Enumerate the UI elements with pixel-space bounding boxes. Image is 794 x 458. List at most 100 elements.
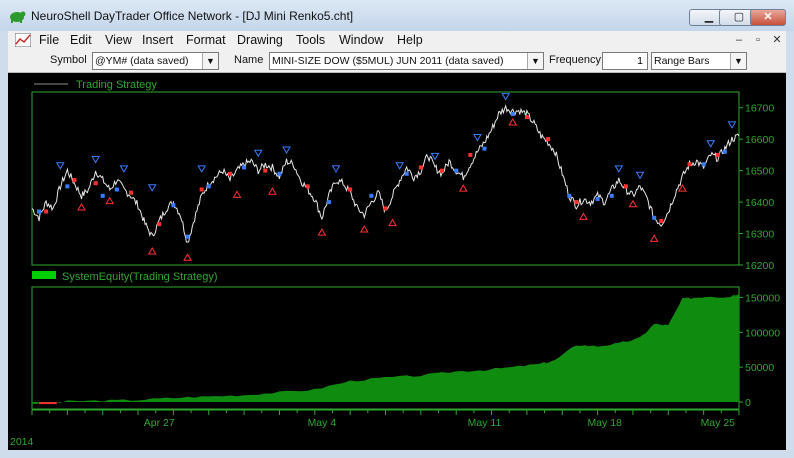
sell-marker (574, 200, 579, 205)
long-entry-triangle (508, 118, 518, 126)
short-entry-triangle (430, 152, 440, 161)
symbol-dropdown[interactable]: @YM# (data saved) ▼ (92, 52, 219, 70)
buy-marker (171, 203, 176, 208)
x-axis-year-label: 2014 (10, 436, 34, 448)
buy-marker (114, 187, 119, 192)
buy-marker (206, 184, 211, 189)
short-entry-triangle (253, 149, 263, 158)
menu-drawing[interactable]: Drawing (237, 33, 283, 47)
sell-marker (468, 152, 473, 157)
buy-marker (652, 215, 657, 220)
buy-marker (510, 112, 515, 117)
short-entry-triangle (119, 165, 129, 173)
sell-marker (383, 206, 388, 211)
close-button[interactable]: ✕ (750, 9, 786, 26)
long-entry-triangle (628, 199, 638, 208)
chart-document-icon[interactable] (15, 33, 31, 47)
equity-y-tick-label: 0 (745, 397, 751, 409)
equity-legend-swatch (32, 271, 56, 279)
short-entry-triangle (331, 165, 341, 173)
short-entry-triangle (282, 146, 291, 155)
symbol-toolbar: Symbol @YM# (data saved) ▼ Name MINI-SIZ… (8, 50, 786, 73)
sell-marker (418, 165, 423, 170)
short-entry-triangle (635, 171, 645, 180)
short-entry-triangle (55, 162, 65, 170)
sell-marker (305, 184, 310, 189)
frequency-input[interactable]: 1 (602, 52, 648, 70)
short-entry-triangle (614, 165, 624, 173)
menu-view[interactable]: View (105, 33, 132, 47)
buy-marker (277, 171, 282, 176)
sell-marker (440, 168, 445, 173)
menu-file[interactable]: File (39, 33, 59, 47)
app-logo-icon (10, 11, 26, 23)
buy-marker (37, 209, 42, 214)
price-y-tick-label: 16400 (745, 197, 774, 209)
short-entry-triangle (91, 155, 101, 164)
name-dropdown[interactable]: MINI-SIZE DOW ($5MUL) JUN 2011 (data sav… (269, 52, 544, 70)
sell-marker (157, 222, 162, 227)
short-entry-triangle (147, 184, 157, 192)
buy-marker (701, 162, 706, 167)
short-entry-triangle (706, 140, 716, 148)
chart-canvas[interactable]: Trading Strategy SystemEquity(Trading Str… (8, 73, 786, 450)
mdi-restore-button[interactable]: ▫ (749, 33, 767, 49)
sell-marker (623, 184, 628, 189)
menu-insert[interactable]: Insert (142, 33, 173, 47)
equity-y-tick-label: 150000 (745, 292, 780, 304)
chart-area[interactable]: Trading Strategy SystemEquity(Trading Str… (8, 73, 786, 450)
long-entry-triangle (183, 253, 192, 261)
price-y-tick-label: 16200 (745, 260, 774, 272)
symbol-label: Symbol (50, 54, 87, 66)
long-entry-triangle (649, 234, 659, 242)
x-axis-date-label: May 25 (701, 417, 736, 429)
chevron-down-icon[interactable]: ▼ (527, 53, 543, 69)
price-legend-label: Trading Strategy (76, 79, 157, 91)
buy-marker (185, 234, 190, 239)
x-axis-date-label: May 11 (468, 417, 502, 429)
equity-legend-label: SystemEquity(Trading Strategy) (62, 271, 217, 283)
equity-y-tick-label: 50000 (745, 362, 774, 374)
sell-marker (227, 171, 232, 176)
buy-marker (609, 193, 614, 198)
buy-marker (404, 171, 409, 176)
sell-marker (524, 115, 529, 120)
buy-marker (242, 165, 247, 170)
sell-marker (44, 209, 49, 214)
long-entry-triangle (147, 246, 157, 255)
long-entry-triangle (458, 184, 468, 192)
frequency-label: Frequency (549, 54, 601, 66)
sell-marker (199, 187, 204, 192)
menu-format[interactable]: Format (186, 33, 226, 47)
bar-type-dropdown[interactable]: Range Bars ▼ (651, 52, 747, 70)
sell-marker (659, 218, 664, 223)
title-bar: NeuroShell DayTrader Office Network - [D… (0, 0, 794, 31)
buy-marker (369, 193, 374, 198)
menu-edit[interactable]: Edit (70, 33, 92, 47)
sell-marker (348, 187, 353, 192)
menu-tools[interactable]: Tools (296, 33, 325, 47)
buy-marker (65, 184, 70, 189)
long-entry-triangle (105, 196, 115, 205)
sell-marker (546, 137, 551, 142)
menu-bar: File Edit View Insert Format Drawing Too… (8, 31, 786, 50)
buy-marker (326, 200, 331, 205)
short-entry-triangle (395, 162, 405, 170)
chevron-down-icon[interactable]: ▼ (202, 53, 218, 69)
sell-marker (72, 178, 77, 183)
menu-help[interactable]: Help (397, 33, 423, 47)
chevron-down-icon[interactable]: ▼ (730, 53, 746, 69)
short-entry-triangle (473, 133, 482, 142)
x-axis-date-label: May 4 (308, 417, 337, 429)
long-entry-triangle (579, 212, 588, 220)
buy-marker (567, 193, 572, 198)
sell-marker (93, 181, 98, 186)
x-axis-date-label: Apr 27 (144, 417, 175, 429)
long-entry-triangle (359, 224, 369, 233)
short-entry-triangle (501, 93, 511, 101)
symbol-value: @YM# (data saved) (95, 55, 189, 67)
buy-marker (722, 149, 727, 154)
menu-window[interactable]: Window (339, 33, 383, 47)
mdi-close-button[interactable]: ✕ (768, 33, 786, 49)
mdi-minimize-button[interactable]: – (730, 33, 748, 49)
